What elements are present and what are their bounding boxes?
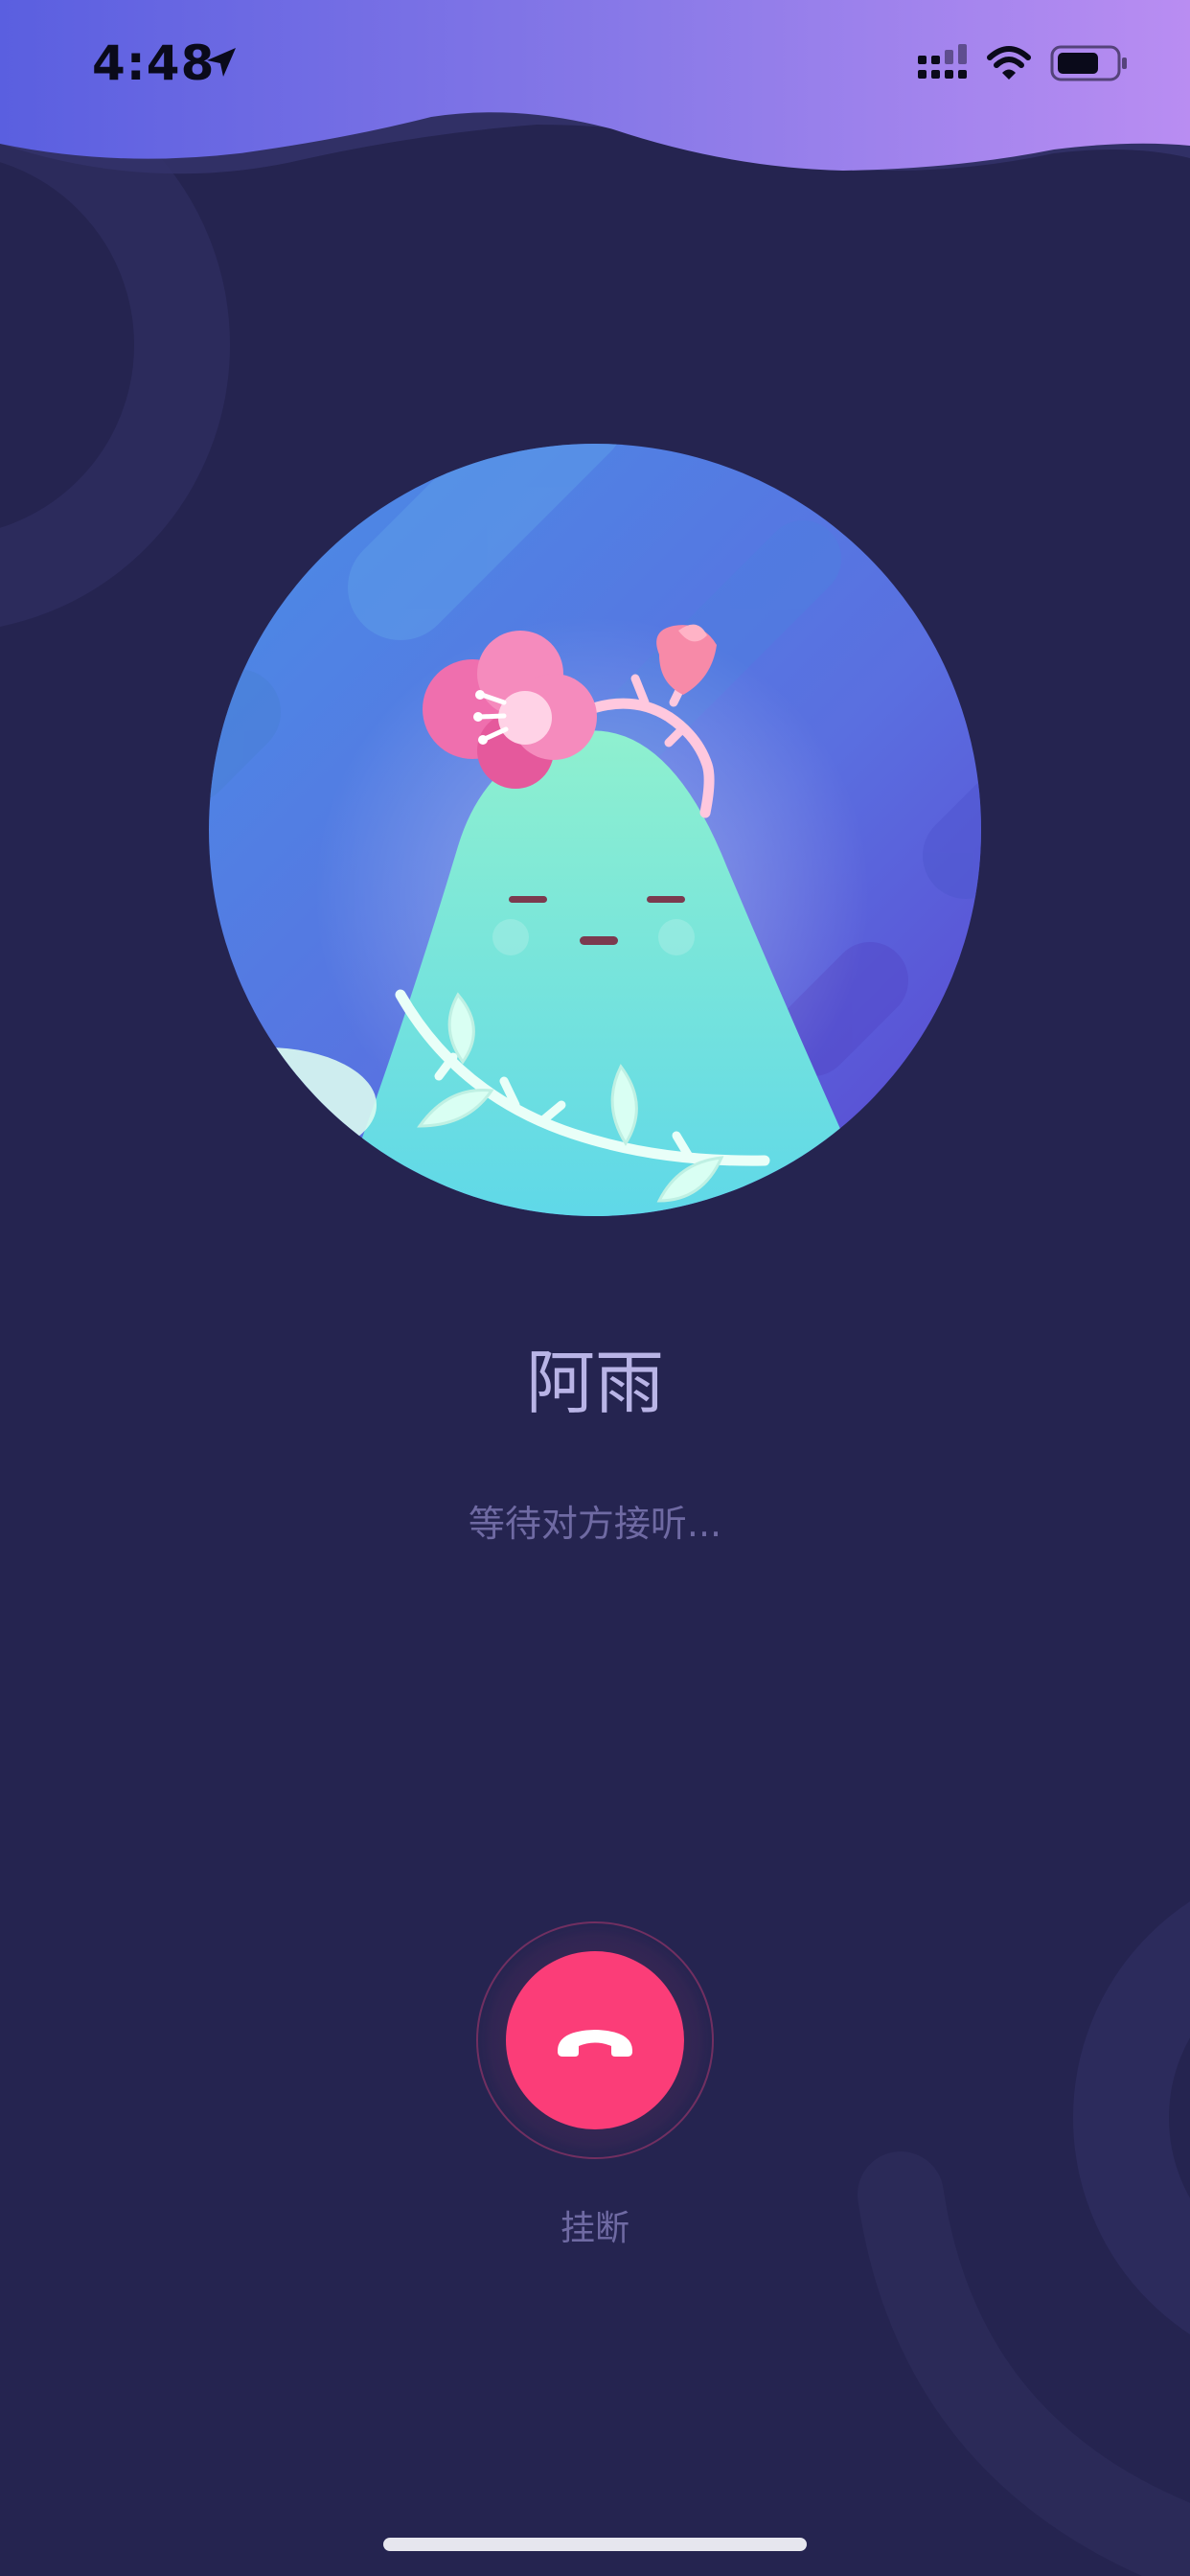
hangup-label: 挂断 — [560, 2209, 629, 2248]
cellular-signal-icon — [918, 44, 967, 79]
home-indicator[interactable] — [383, 2538, 807, 2551]
caller-name: 阿雨 — [525, 1343, 664, 1423]
battery-icon — [1050, 45, 1127, 81]
mountain-spirit-avatar-icon — [209, 444, 981, 1216]
location-arrow-icon — [207, 48, 236, 77]
call-screen: 4:48 阿雨 等待对方接听... 挂断 — [0, 0, 1190, 2576]
background-decoration — [0, 0, 1190, 2576]
status-time: 4:48 — [92, 35, 216, 91]
phone-hangup-icon — [558, 2030, 632, 2057]
caller-avatar — [209, 444, 981, 1216]
status-bar: 4:48 — [0, 0, 1190, 125]
call-status-text: 等待对方接听... — [468, 1503, 722, 1545]
wifi-icon — [987, 46, 1031, 80]
hangup-button[interactable] — [506, 1951, 684, 2129]
